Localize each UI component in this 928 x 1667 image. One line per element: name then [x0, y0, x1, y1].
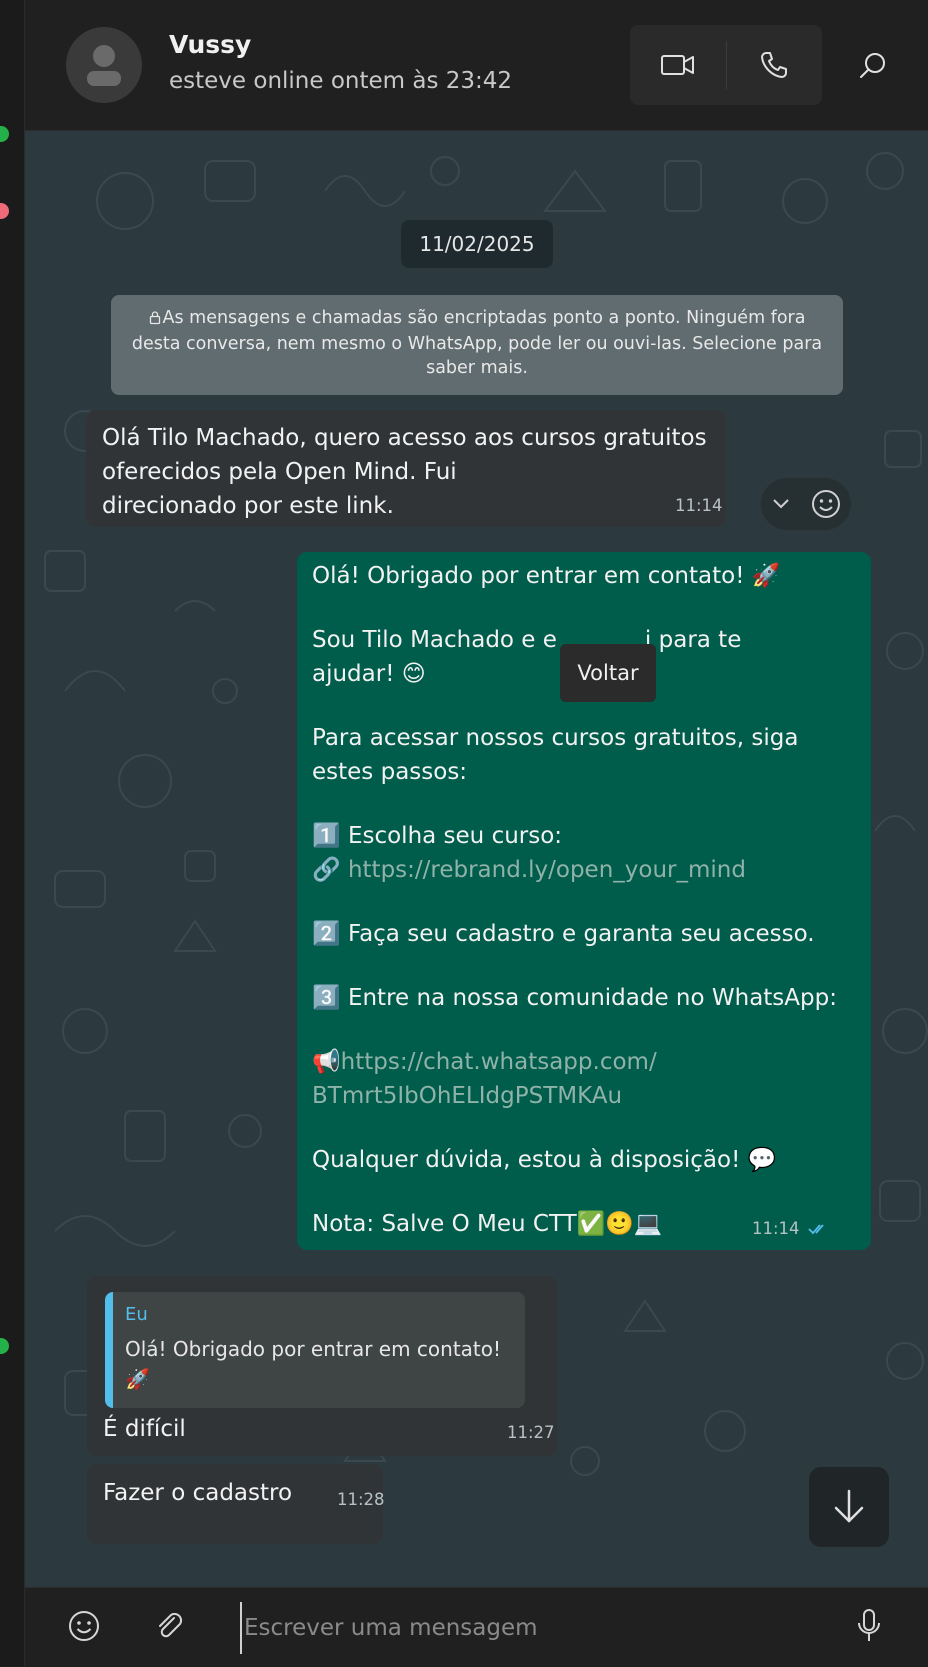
message-time: 11:14 — [675, 496, 723, 515]
message-time: 11:27 — [507, 1423, 555, 1442]
incoming-message[interactable]: Fazer o cadastro 11:28 — [87, 1464, 385, 1544]
search-button[interactable] — [845, 38, 901, 94]
status-indicator-icon[interactable] — [0, 203, 9, 219]
megaphone-emoji: 📢 — [312, 1049, 341, 1075]
message-line: Para acessar nossos cursos gratuitos, si… — [312, 725, 799, 751]
encryption-notice[interactable]: As mensagens e chamadas são encriptadas … — [111, 295, 843, 395]
status-indicator-icon[interactable] — [0, 126, 9, 142]
contact-name[interactable]: Vussy — [169, 30, 251, 59]
call-buttons-group — [630, 25, 822, 105]
emoji-reaction-icon[interactable] — [810, 488, 842, 520]
message-line: estes passos: — [312, 759, 468, 785]
chat-header: Vussy esteve online ontem às 23:42 — [25, 0, 928, 131]
date-chip: 11/02/2025 — [401, 220, 553, 268]
message-line: 1️⃣ Escolha seu curso: — [312, 823, 563, 849]
community-link-continued[interactable]: BTmrt5IbOhELIdgPSTMKAu — [312, 1079, 837, 1113]
message-input[interactable] — [240, 1602, 846, 1654]
emoji-icon — [69, 1611, 99, 1641]
contact-status: esteve online ontem às 23:42 — [169, 68, 513, 94]
lock-icon — [149, 308, 161, 332]
video-call-button[interactable] — [630, 25, 726, 105]
sidebar-strip — [0, 0, 24, 1666]
voice-message-button[interactable] — [841, 1598, 897, 1654]
message-text: É difícil — [103, 1416, 186, 1442]
message-text: Olá Tilo Machado, quero acesso aos curso… — [102, 425, 707, 519]
default-avatar-icon — [87, 45, 121, 86]
chat-window: Vussy esteve online ontem às 23:42 11/02… — [24, 0, 928, 1667]
message-fragment: i para te — [644, 627, 742, 653]
message-time: 11:14 — [752, 1219, 800, 1238]
quoted-message[interactable]: Eu Olá! Obrigado por entrar em contato! … — [105, 1292, 525, 1408]
quote-text: Olá! Obrigado por entrar em contato! 🚀 .… — [125, 1337, 502, 1408]
message-text: Fazer o cadastro — [103, 1480, 293, 1506]
attach-button[interactable] — [142, 1598, 198, 1654]
voice-call-button[interactable] — [726, 25, 822, 105]
video-call-icon — [661, 55, 694, 75]
microphone-icon — [858, 1609, 880, 1641]
message-line: Olá! Obrigado por entrar em contato! 🚀 — [312, 563, 781, 589]
emoji-button[interactable] — [56, 1598, 112, 1654]
arrow-down-icon — [834, 1489, 864, 1523]
message-list[interactable]: 11/02/2025 As mensagens e chamadas são e… — [25, 131, 928, 1587]
message-line: Qualquer dúvida, estou à disposição! 💬 — [312, 1147, 777, 1173]
chevron-down-icon[interactable] — [771, 497, 791, 511]
message-fragment: Sou Tilo Machado e e — [312, 627, 557, 653]
incoming-message[interactable]: Olá Tilo Machado, quero acesso aos curso… — [86, 410, 726, 527]
quote-author: Eu — [125, 1304, 148, 1325]
message-line: 3️⃣ Entre na nossa comunidade no WhatsAp… — [312, 985, 837, 1011]
course-link[interactable]: https://rebrand.ly/open_your_mind — [348, 857, 746, 883]
read-receipt-icon — [808, 1224, 824, 1235]
voice-call-icon — [761, 52, 787, 78]
paperclip-icon — [159, 1612, 183, 1638]
avatar[interactable] — [66, 27, 142, 103]
scroll-to-bottom-button[interactable] — [809, 1467, 889, 1547]
search-icon — [860, 53, 885, 78]
message-time: 11:28 — [337, 1490, 385, 1509]
quote-accent-bar — [105, 1292, 113, 1408]
message-line: 2️⃣ Faça seu cadastro e garanta seu aces… — [312, 921, 815, 947]
community-link[interactable]: https://chat.whatsapp.com/ — [341, 1049, 657, 1075]
message-composer — [25, 1587, 928, 1667]
link-emoji: 🔗 — [312, 857, 341, 883]
encryption-notice-text: As mensagens e chamadas são encriptadas … — [131, 308, 823, 378]
message-hover-actions — [761, 478, 851, 530]
status-indicator-icon[interactable] — [0, 1338, 9, 1354]
tooltip: Voltar — [560, 644, 656, 702]
incoming-message[interactable]: Eu Olá! Obrigado por entrar em contato! … — [87, 1276, 557, 1456]
